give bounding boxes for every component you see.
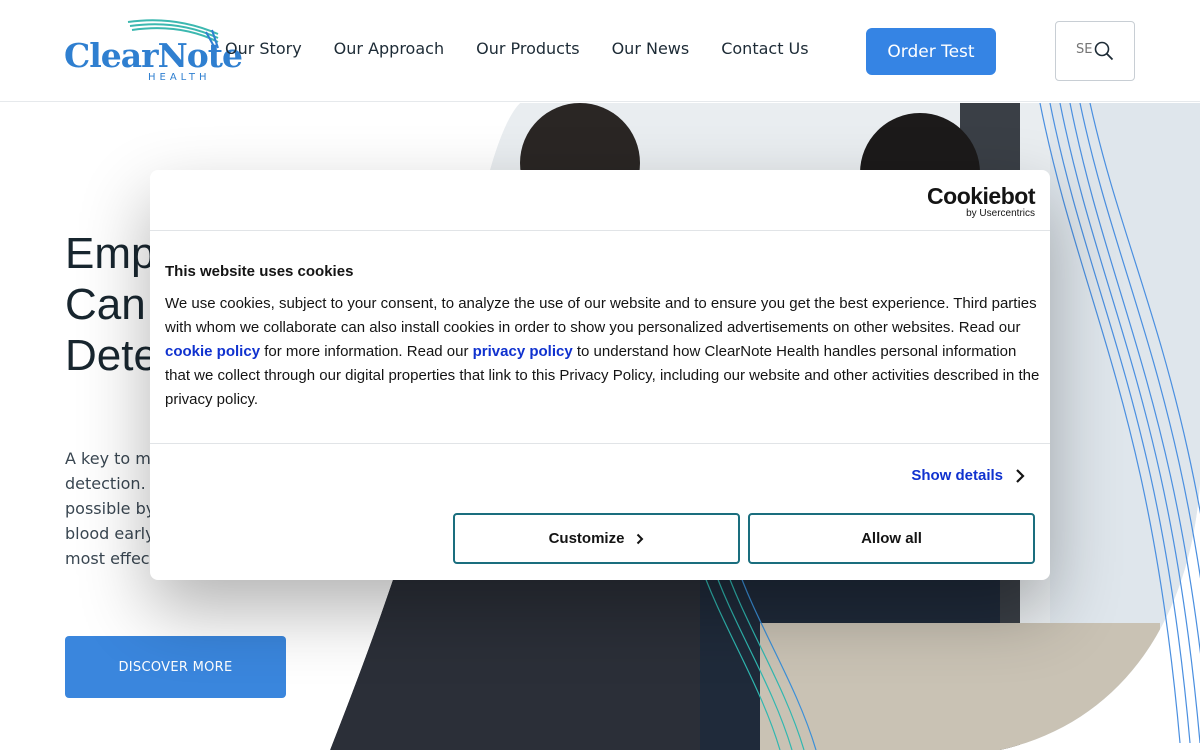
hero-headline: Emp Can Dete	[65, 228, 158, 381]
allow-all-button[interactable]: Allow all	[748, 513, 1035, 564]
clearnote-logo[interactable]: ClearNote HEALTH	[64, 18, 243, 86]
nav-our-approach[interactable]: Our Approach	[334, 39, 444, 58]
nav-our-story[interactable]: Our Story	[225, 39, 302, 58]
nav-contact-us[interactable]: Contact Us	[721, 39, 808, 58]
cookiebot-byline: by Usercentrics	[966, 208, 1035, 219]
hero-headline-line: Dete	[65, 331, 158, 380]
chevron-right-icon	[1016, 468, 1025, 483]
cookie-policy-link[interactable]: cookie policy	[165, 343, 260, 360]
hero-headline-line: Emp	[65, 229, 156, 278]
nav-our-news[interactable]: Our News	[612, 39, 690, 58]
cookie-consent-dialog: Cookiebot by Usercentrics This website u…	[150, 170, 1050, 580]
logo-wordmark: ClearNote	[64, 36, 243, 75]
show-details-link[interactable]: Show details	[911, 467, 1025, 484]
main-nav: Our Story Our Approach Our Products Our …	[225, 39, 809, 58]
nav-our-products[interactable]: Our Products	[476, 39, 579, 58]
cookie-divider-bottom	[150, 443, 1050, 444]
cookie-text-part: We use cookies, subject to your consent,…	[165, 295, 1037, 336]
order-test-button[interactable]: Order Test	[866, 28, 996, 75]
logo-subtitle: HEALTH	[148, 72, 211, 83]
discover-more-button[interactable]: DISCOVER MORE	[65, 636, 286, 698]
site-header: ClearNote HEALTH Our Story Our Approach …	[0, 0, 1200, 102]
cookiebot-logo: Cookiebot by Usercentrics	[927, 184, 1035, 220]
cookie-description: We use cookies, subject to your consent,…	[165, 292, 1040, 412]
cookie-title: This website uses cookies	[165, 263, 354, 280]
cookie-text-part: for more information. Read our	[260, 343, 473, 360]
search-input[interactable]	[1076, 42, 1092, 57]
cookie-divider-top	[150, 230, 1050, 231]
search-box[interactable]	[1055, 21, 1135, 81]
chevron-right-icon	[637, 533, 644, 544]
customize-button[interactable]: Customize	[453, 513, 740, 564]
show-details-label: Show details	[911, 467, 1003, 484]
search-icon[interactable]	[1094, 41, 1114, 61]
cookiebot-wordmark: Cookiebot	[927, 183, 1035, 209]
hero-headline-line: Can	[65, 280, 146, 329]
customize-label: Customize	[548, 530, 625, 547]
privacy-policy-link[interactable]: privacy policy	[473, 343, 573, 360]
